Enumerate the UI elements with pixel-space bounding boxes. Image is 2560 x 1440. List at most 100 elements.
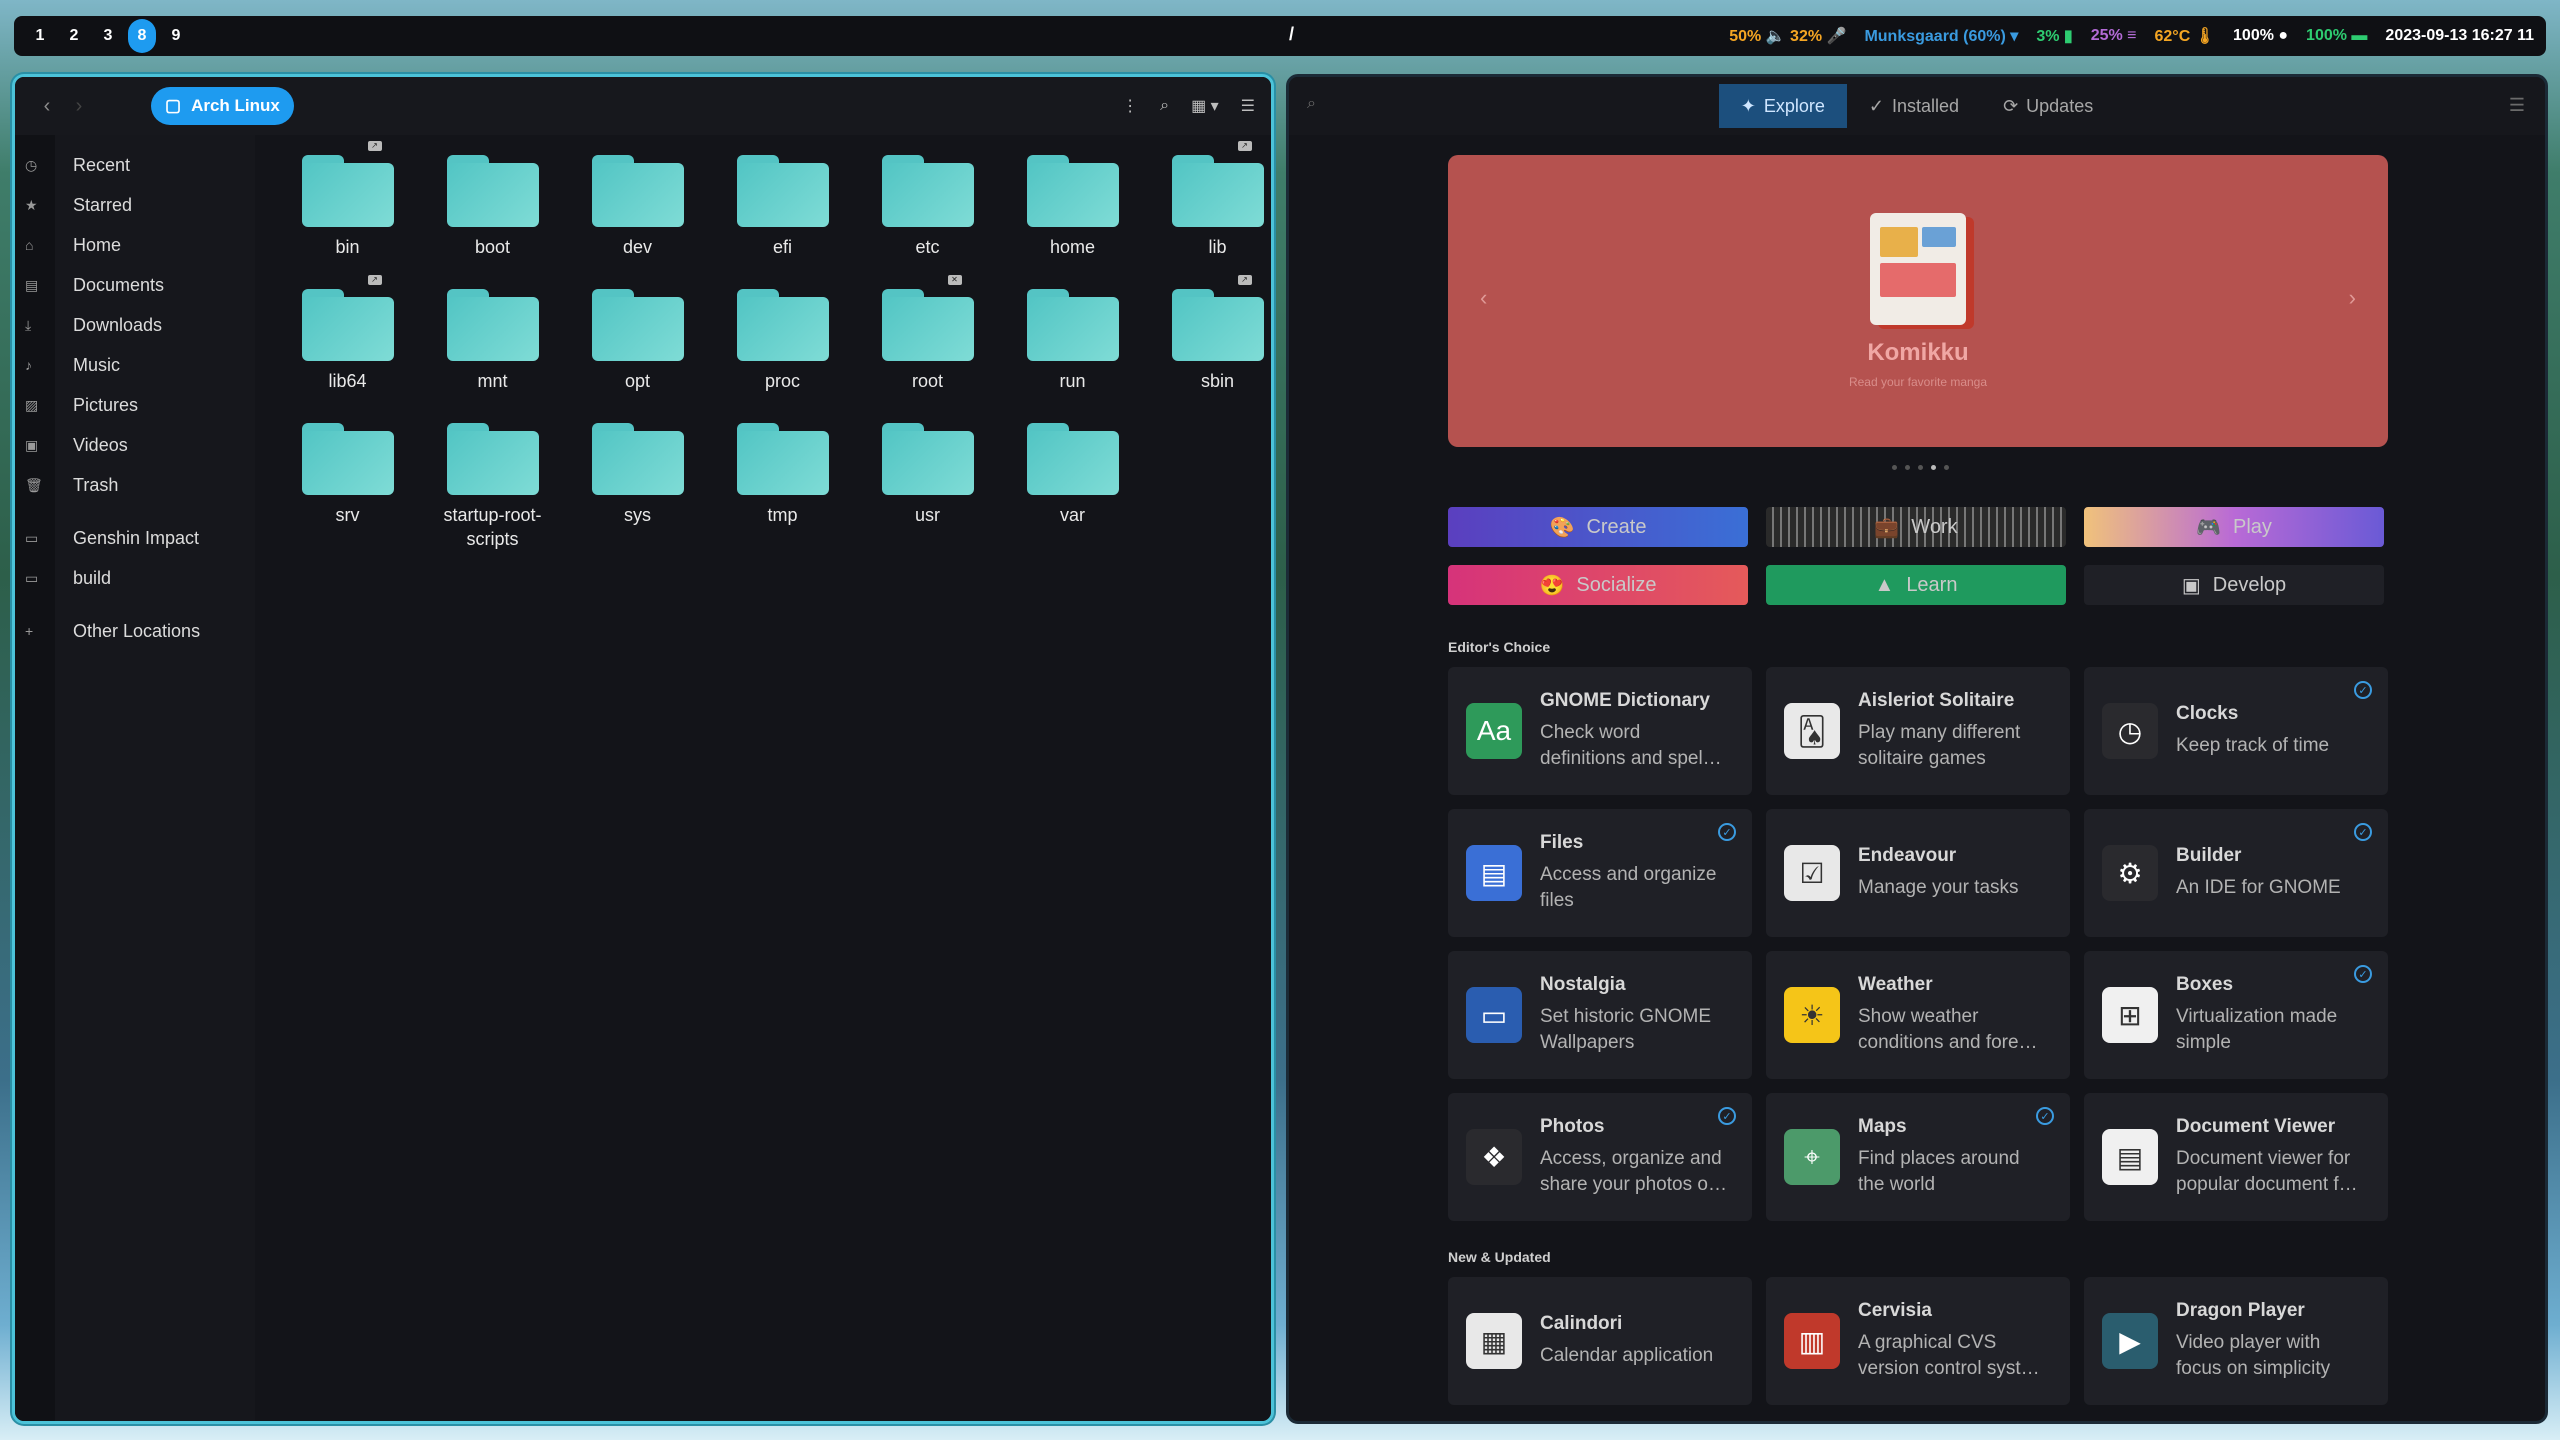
workspace-1[interactable]: 1	[26, 22, 54, 50]
app-card-calindori[interactable]: ▦ Calindori Calendar application	[1448, 1277, 1752, 1405]
app-card-nostalgia[interactable]: ▭ Nostalgia Set historic GNOME Wallpapers	[1448, 951, 1752, 1079]
clock[interactable]: 2023-09-13 16:27 11	[2385, 27, 2534, 45]
folder-item[interactable]: var	[1000, 423, 1145, 557]
path-bar-button[interactable]: ▢ Arch Linux	[151, 87, 294, 125]
app-card-files[interactable]: ▤ Files Access and organize files ✓	[1448, 809, 1752, 937]
carousel-dot[interactable]	[1918, 465, 1923, 470]
tab-explore[interactable]: ✦ Explore	[1718, 84, 1847, 128]
featured-banner[interactable]: ‹ › Komikku Read your favorite manga	[1448, 155, 2388, 447]
folder-item[interactable]: ↗ lib	[1145, 141, 1271, 289]
tab-installed[interactable]: ✓ Installed	[1847, 84, 1981, 128]
workspace-2[interactable]: 2	[60, 22, 88, 50]
carousel-dot-active[interactable]	[1931, 465, 1936, 470]
category-learn[interactable]: ▲ Learn	[1766, 565, 2066, 605]
category-label: Work	[1911, 515, 1958, 538]
sidebar-item-pictures[interactable]: ▨Pictures	[25, 385, 255, 425]
editors-choice-grid: Aa GNOME Dictionary Check word definitions…	[1448, 667, 2388, 1221]
top-bar: 1 2 3 8 9 / 50% 🔈 32% 🎤 Munksgaard (60%)…	[14, 16, 2546, 56]
category-play[interactable]: 🎮 Play	[2084, 507, 2384, 547]
sidebar-item-trash[interactable]: 🗑Trash	[25, 465, 255, 505]
sidebar-item-other-locations[interactable]: +Other Locations	[25, 611, 255, 651]
app-title: GNOME Dictionary	[1540, 690, 1710, 711]
sidebar-item-build[interactable]: ▭build	[25, 558, 255, 598]
more-options-icon[interactable]: ⋮	[1122, 96, 1138, 116]
app-card-endeavour[interactable]: ☑ Endeavour Manage your tasks	[1766, 809, 2070, 937]
sidebar-item-genshin-impact[interactable]: ▭Genshin Impact	[25, 518, 255, 558]
view-mode-icon[interactable]: ▦ ▾	[1191, 96, 1219, 116]
app-card-cervisia[interactable]: ▥ Cervisia A graphical CVS version control…	[1766, 1277, 2070, 1405]
wifi-status[interactable]: Munksgaard (60%) ▾	[1864, 26, 2018, 46]
chevron-right-icon[interactable]: ›	[2349, 285, 2356, 311]
folder-item[interactable]: proc	[710, 289, 855, 423]
app-card-gnome-dictionary[interactable]: Aa GNOME Dictionary Check word definitions…	[1448, 667, 1752, 795]
hamburger-menu-icon[interactable]: ☰	[1241, 96, 1255, 116]
app-card-builder[interactable]: ⚙ Builder An IDE for GNOME ✓	[2084, 809, 2388, 937]
app-card-photos[interactable]: ❖ Photos Access, organize and share your p…	[1448, 1093, 1752, 1221]
folder-item[interactable]: usr	[855, 423, 1000, 557]
folder-item[interactable]: home	[1000, 155, 1145, 289]
app-card-aisleriot-solitaire[interactable]: 🂡 Aisleriot Solitaire Play many different …	[1766, 667, 2070, 795]
installed-check-icon: ✓	[2354, 965, 2372, 983]
search-icon[interactable]: ⌕	[1160, 97, 1169, 115]
sidebar-item-documents[interactable]: ▤Documents	[25, 265, 255, 305]
category-develop[interactable]: ▣ Develop	[2084, 565, 2384, 605]
category-work[interactable]: 💼 Work	[1766, 507, 2066, 547]
folder-item[interactable]: run	[1000, 289, 1145, 423]
app-icon: 🂡	[1784, 703, 1840, 759]
workspace-9[interactable]: 9	[162, 22, 190, 50]
brightness-value: 100%	[2233, 27, 2274, 44]
category-socialize[interactable]: 😍 Socialize	[1448, 565, 1748, 605]
folder-item[interactable]: sys	[565, 423, 710, 557]
folder-item[interactable]: startup-root-scripts	[420, 423, 565, 557]
sidebar-item-videos[interactable]: ▣Videos	[25, 425, 255, 465]
folder-item[interactable]: tmp	[710, 423, 855, 557]
folder-item[interactable]: boot	[420, 155, 565, 289]
forward-button[interactable]: ›	[63, 90, 95, 122]
folder-item[interactable]: efi	[710, 155, 855, 289]
app-icon: ⚙	[2102, 845, 2158, 901]
folder-name: home	[1049, 237, 1096, 257]
app-card-weather[interactable]: ☀ Weather Show weather conditions and fore…	[1766, 951, 2070, 1079]
app-card-boxes[interactable]: ⊞ Boxes Virtualization made simple ✓	[2084, 951, 2388, 1079]
folder-name: startup-root-scripts	[443, 505, 542, 549]
app-card-dragon-player[interactable]: ▶ Dragon Player Video player with focus on…	[2084, 1277, 2388, 1405]
chevron-left-icon[interactable]: ‹	[1480, 285, 1487, 311]
folder-item[interactable]: ✕ root	[855, 275, 1000, 423]
sidebar-item-downloads[interactable]: ⤓Downloads	[25, 305, 255, 345]
tab-updates[interactable]: ⟳ Updates	[1981, 84, 2115, 128]
sidebar-item-music[interactable]: ♪Music	[25, 345, 255, 385]
carousel-dot[interactable]	[1892, 465, 1897, 470]
folder-item[interactable]: opt	[565, 289, 710, 423]
workspace-8[interactable]: 8	[128, 19, 156, 53]
folder-name: tmp	[767, 505, 798, 525]
folder-item[interactable]: ↗ lib64	[275, 275, 420, 423]
folder-item[interactable]: mnt	[420, 289, 565, 423]
sidebar-item-recent[interactable]: ◷Recent	[25, 145, 255, 185]
search-icon[interactable]: ⌕	[1307, 95, 1316, 113]
app-card-text: Aisleriot Solitaire Play many different s…	[1858, 690, 2048, 772]
folder-item[interactable]: srv	[275, 423, 420, 557]
workspace-3[interactable]: 3	[94, 22, 122, 50]
app-description: An IDE for GNOME	[2176, 877, 2341, 898]
folder-item[interactable]: ↗ bin	[275, 141, 420, 289]
app-card-maps[interactable]: ⌖ Maps Find places around the world ✓	[1766, 1093, 2070, 1221]
files-window: ‹ › ▢ Arch Linux ⋮ ⌕ ▦ ▾ ☰ ◷Recent★Starr…	[12, 74, 1274, 1424]
app-card-clocks[interactable]: ◷ Clocks Keep track of time ✓	[2084, 667, 2388, 795]
folder-item[interactable]: etc	[855, 155, 1000, 289]
folder-item[interactable]: ↗ sbin	[1145, 275, 1271, 423]
sidebar-item-starred[interactable]: ★Starred	[25, 185, 255, 225]
installed-check-icon: ✓	[1718, 1107, 1736, 1125]
category-create[interactable]: 🎨 Create	[1448, 507, 1748, 547]
folder-icon	[446, 289, 539, 361]
carousel-dot[interactable]	[1905, 465, 1910, 470]
audio-status[interactable]: 50% 🔈 32% 🎤	[1729, 26, 1846, 46]
app-card-text: Photos Access, organize and share your ph…	[1540, 1116, 1730, 1198]
back-button[interactable]: ‹	[31, 90, 63, 122]
folder-icon	[1026, 289, 1119, 361]
folder-item[interactable]: dev	[565, 155, 710, 289]
app-description: Virtualization made simple	[2176, 1006, 2338, 1053]
app-card-document-viewer[interactable]: ▤ Document Viewer Document viewer for popu…	[2084, 1093, 2388, 1221]
hamburger-menu-icon[interactable]: ☰	[2509, 95, 2525, 116]
carousel-dot[interactable]	[1944, 465, 1949, 470]
sidebar-item-home[interactable]: ⌂Home	[25, 225, 255, 265]
